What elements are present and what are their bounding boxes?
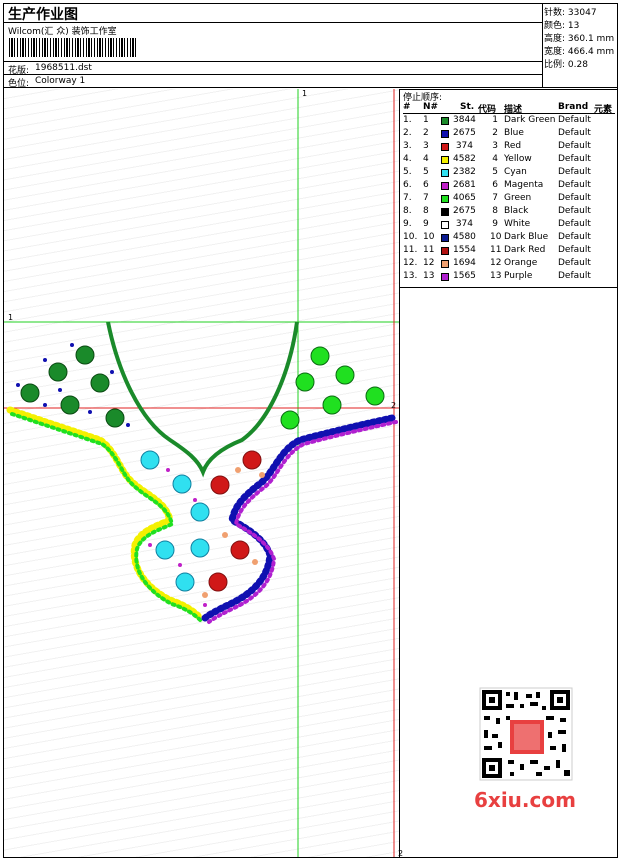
marker-right: 2	[391, 401, 396, 410]
green-flower-motifs	[280, 346, 385, 430]
marker-left: 1	[8, 313, 13, 322]
marker-bottom: 2	[398, 849, 403, 858]
neckline-stroke	[106, 321, 299, 478]
cyan-flower-motifs	[140, 450, 210, 592]
dark-green-flower-motifs	[20, 345, 125, 428]
qr-code-icon	[470, 680, 585, 790]
watermark-text: 6xiu.com	[474, 788, 576, 812]
purple-scallop-outline	[207, 420, 398, 624]
marker-top: 1	[302, 89, 307, 98]
